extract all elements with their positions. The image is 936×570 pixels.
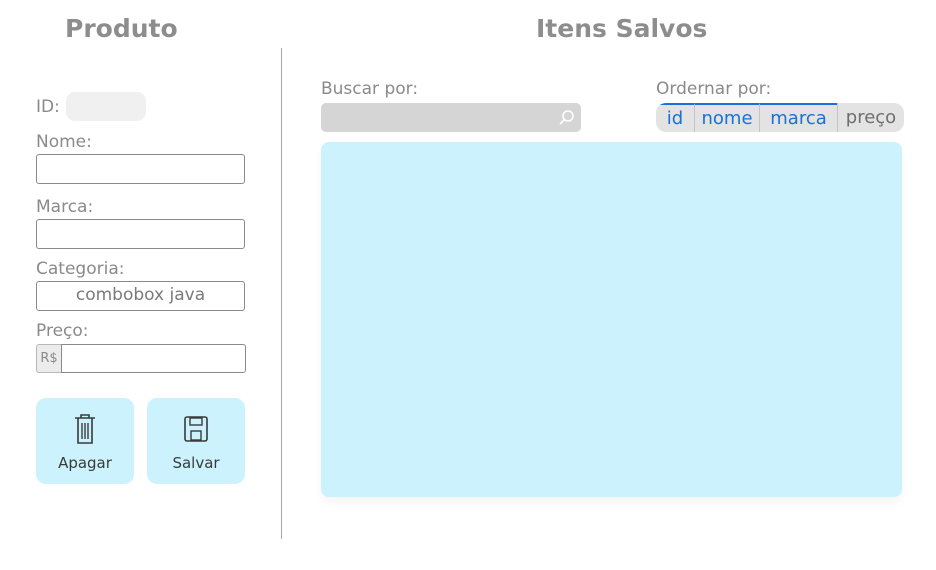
sort-label: Ordernar por: <box>656 79 772 99</box>
sort-option-marca[interactable]: marca <box>759 103 837 132</box>
nome-label: Nome: <box>36 132 92 152</box>
preco-label: Preço: <box>36 321 89 341</box>
search-label: Buscar por: <box>321 79 419 99</box>
saved-items-list[interactable] <box>321 142 902 497</box>
panel-divider <box>281 48 282 539</box>
id-field <box>66 92 146 121</box>
currency-prefix: R$ <box>36 344 61 373</box>
sort-segmented-control: id nome marca preço <box>656 103 904 132</box>
id-label: ID: <box>36 97 60 117</box>
salvar-label: Salvar <box>172 454 220 472</box>
save-icon <box>184 416 208 442</box>
apagar-label: Apagar <box>58 454 112 472</box>
nome-input[interactable] <box>36 154 245 184</box>
marca-label: Marca: <box>36 197 94 217</box>
sort-option-id[interactable]: id <box>656 103 694 132</box>
categoria-label: Categoria: <box>36 259 125 279</box>
produto-title: Produto <box>65 14 178 43</box>
apagar-button[interactable]: Apagar <box>36 398 134 484</box>
sort-option-nome[interactable]: nome <box>694 103 759 132</box>
salvar-button[interactable]: Salvar <box>147 398 245 484</box>
marca-input[interactable] <box>36 219 245 249</box>
categoria-combobox[interactable]: combobox java <box>36 281 245 311</box>
search-icon <box>559 110 574 125</box>
search-input[interactable] <box>321 103 581 132</box>
preco-input[interactable] <box>61 344 246 373</box>
itens-salvos-title: Itens Salvos <box>536 14 708 43</box>
sort-option-preco[interactable]: preço <box>837 103 904 132</box>
trash-icon <box>75 414 95 444</box>
